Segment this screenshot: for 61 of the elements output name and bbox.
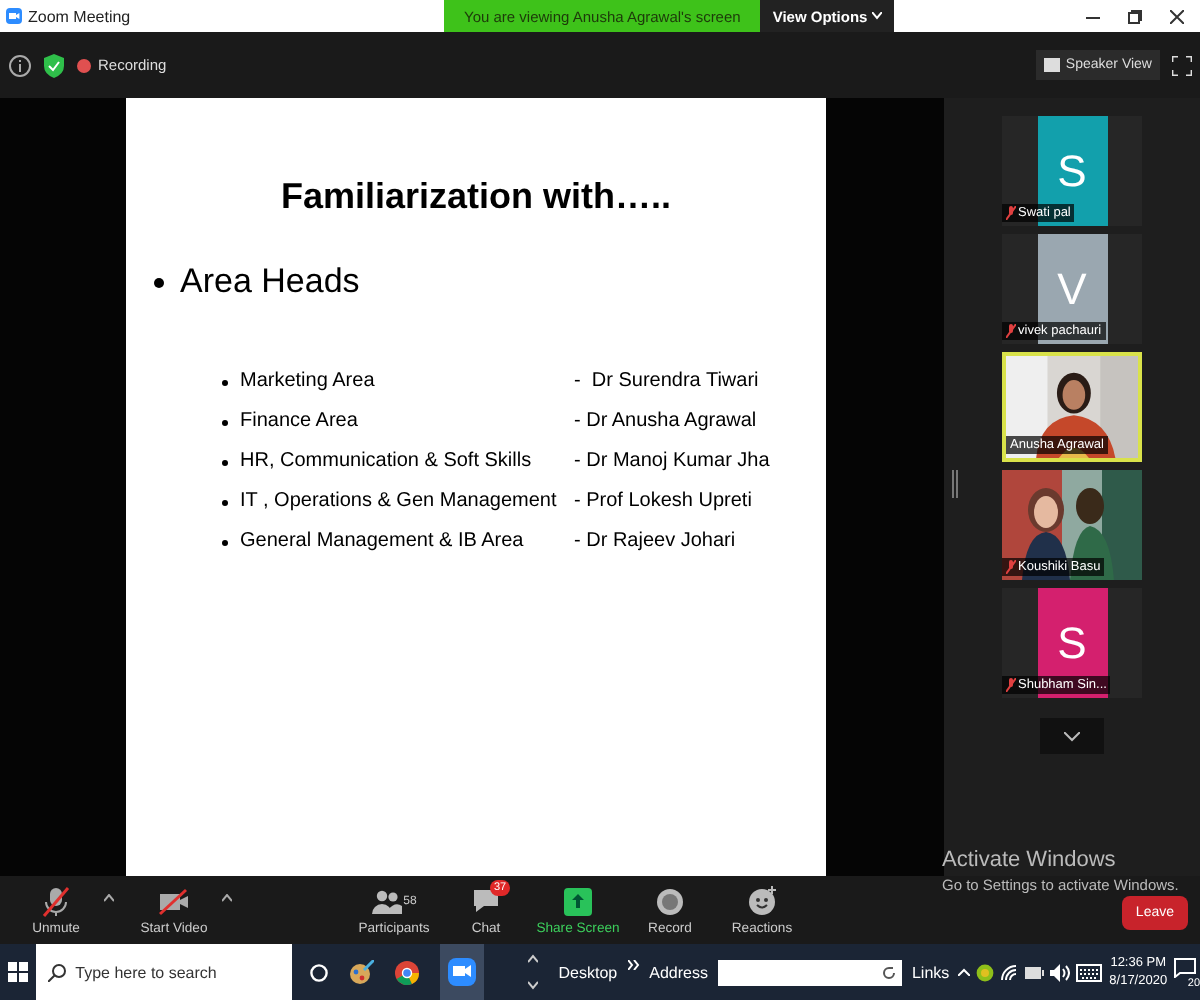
bullet-icon xyxy=(222,420,228,426)
address-field[interactable] xyxy=(717,959,902,985)
chevron-up-icon[interactable] xyxy=(957,968,970,976)
caret-icon[interactable] xyxy=(104,893,114,901)
address-label: Address xyxy=(649,963,708,981)
fullscreen-icon[interactable] xyxy=(1172,55,1192,75)
bullet-icon xyxy=(222,380,228,386)
area-name: Finance Area xyxy=(240,410,358,432)
grid-icon xyxy=(1043,58,1060,72)
battery-icon[interactable] xyxy=(1023,965,1044,979)
bullet-icon xyxy=(222,540,228,546)
window-title: Zoom Meeting xyxy=(28,7,131,25)
zoom-logo-icon xyxy=(6,8,22,24)
area-name: Marketing Area xyxy=(240,370,375,392)
area-head: - Dr Surendra Tiwari xyxy=(574,370,761,392)
area-head: - Dr Manoj Kumar Jha xyxy=(574,450,772,472)
chevron-down-icon xyxy=(1064,731,1080,741)
restore-icon[interactable] xyxy=(1128,9,1142,23)
paint-icon[interactable] xyxy=(348,959,375,985)
area-name: HR, Communication & Soft Skills xyxy=(240,450,532,472)
notification-icon[interactable] xyxy=(1173,958,1196,978)
recording-dot-icon xyxy=(76,57,92,73)
slide-title: Familiarization with….. xyxy=(278,176,674,218)
video-off-icon xyxy=(158,887,190,915)
bullet-icon xyxy=(154,278,164,288)
badge-icon[interactable] xyxy=(975,963,994,981)
drag-handle-icon[interactable] xyxy=(952,470,958,498)
desktop-toolbar-label[interactable]: Desktop xyxy=(558,963,618,981)
toolbar-scroll-icon[interactable] xyxy=(528,952,539,992)
search-field[interactable]: Type here to search xyxy=(35,944,293,1000)
area-head: - Prof Lokesh Upreti xyxy=(574,490,754,512)
activation-title: Activate Windows xyxy=(942,848,1118,872)
bullet-icon xyxy=(222,460,228,466)
slide-heading: Area Heads xyxy=(180,262,360,302)
refresh-icon[interactable] xyxy=(881,965,896,979)
area-head: - Dr Anusha Agrawal xyxy=(574,410,759,432)
bullet-icon xyxy=(222,500,228,506)
shield-icon[interactable] xyxy=(44,53,64,77)
wifi-icon[interactable] xyxy=(999,963,1018,981)
info-icon[interactable] xyxy=(8,53,32,77)
windows-start-icon[interactable] xyxy=(7,962,28,982)
area-name: General Management & IB Area xyxy=(240,530,524,552)
keyboard-icon[interactable] xyxy=(1075,963,1102,981)
smiley-icon xyxy=(747,886,777,916)
muted-mic-icon xyxy=(42,885,70,917)
speaker-icon[interactable] xyxy=(1049,963,1070,981)
zoom-app-icon[interactable] xyxy=(440,944,485,1000)
share-screen-icon xyxy=(564,887,592,915)
links-label[interactable]: Links xyxy=(911,963,950,981)
people-icon xyxy=(371,889,402,913)
close-icon[interactable] xyxy=(1170,9,1184,23)
caret-icon xyxy=(871,12,882,20)
record-icon xyxy=(656,887,684,915)
chat-icon xyxy=(472,888,500,914)
chrome-icon[interactable] xyxy=(394,959,421,985)
caret-icon[interactable] xyxy=(222,893,232,901)
search-icon xyxy=(47,963,66,981)
circle-icon[interactable] xyxy=(310,963,329,981)
area-head: - Dr Rajeev Johari xyxy=(574,530,738,552)
chevron-right-icon[interactable] xyxy=(627,959,640,969)
area-name: IT , Operations & Gen Management xyxy=(240,490,557,512)
